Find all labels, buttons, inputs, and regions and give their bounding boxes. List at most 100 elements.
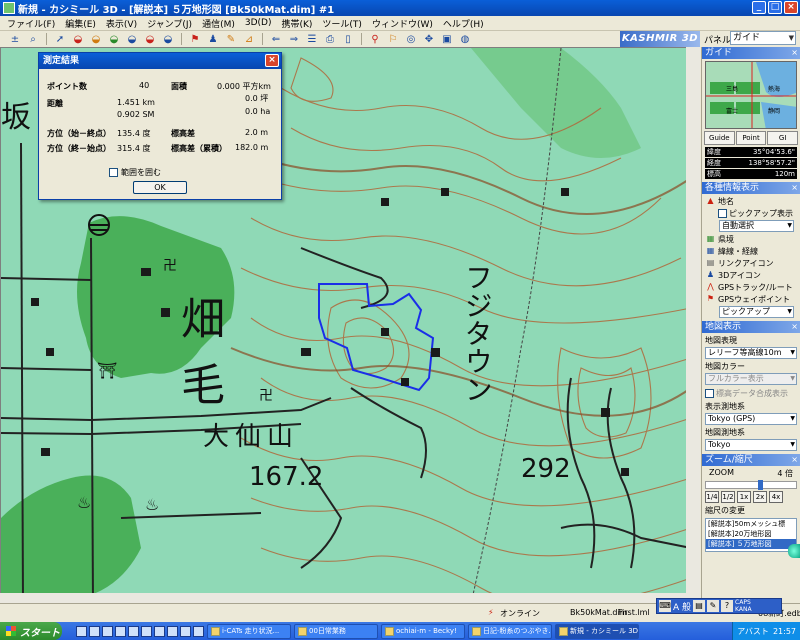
zoom-4x-button[interactable]: 4x [769,491,783,503]
pickup-checkbox[interactable] [718,208,727,218]
phone-icon[interactable]: ▯ [341,33,355,45]
coords-icon[interactable]: ± [8,33,22,45]
close-button[interactable]: × [784,1,798,14]
start-button[interactable]: スタート [0,622,62,640]
pickup-dropdown[interactable]: ピックアップ [719,306,794,318]
menu-edit[interactable]: 編集(E) [60,17,101,30]
ime-icon[interactable]: ⌨ [659,600,671,612]
tab-point[interactable]: Point [735,131,767,145]
task-daily[interactable]: 00日常業務 [294,623,378,639]
quicklaunch-app3-icon[interactable] [180,625,191,637]
guide-close-icon[interactable]: × [791,47,798,59]
people-icon[interactable]: ♟ [206,33,220,45]
info-item-waypoint[interactable]: ⚑ GPSウェイポイント [705,293,797,305]
flag-icon[interactable]: ⚑ [188,33,202,45]
info-item-prefborder[interactable]: ▦ 県境 [705,233,797,245]
bucket3-icon[interactable]: ◒ [107,33,121,45]
ime-toolbar[interactable]: ⌨ A 般 ▤ ✎ ? CAPS KANA [656,598,782,614]
title-bar[interactable]: 新規 - カシミール 3D - [解説本] ５万地形図 [Bk50kMat.di… [0,0,800,16]
auto-select-dropdown[interactable]: 自動選択 [719,220,794,232]
datum-dropdown[interactable]: Tokyo (GPS) [705,413,797,425]
zoom-slider[interactable] [705,480,797,490]
scale-item-selected[interactable]: [解説本] ５万地形図 [706,539,796,549]
quicklaunch-app4-icon[interactable] [193,625,204,637]
tray-label[interactable]: アバスト [737,626,769,637]
tool-icon[interactable]: ✥ [422,33,436,45]
map-vertical-scrollbar[interactable] [686,47,700,603]
forward-arrow-icon[interactable]: ⇒ [287,33,301,45]
print-icon[interactable]: ⎙ [323,33,337,45]
quicklaunch-folder-icon[interactable] [141,625,152,637]
target-icon[interactable]: ◎ [404,33,418,45]
zoom-close-icon[interactable]: × [791,454,798,466]
quicklaunch-ie-icon[interactable] [76,625,87,637]
quicklaunch-mail-icon[interactable] [89,625,100,637]
minimize-button[interactable]: _ [752,1,766,14]
task-icats[interactable]: i-CATs 走り状況... [207,623,291,639]
quicklaunch-app-icon[interactable] [154,625,165,637]
bucket2-icon[interactable]: ◒ [89,33,103,45]
menu-file[interactable]: ファイル(F) [2,17,60,30]
elev-combine-option[interactable]: 標高データ合成表示 [705,387,797,399]
ime-dict-icon[interactable]: ▤ [693,600,706,612]
menu-3d[interactable]: 3D(D) [240,18,277,28]
side-globe-icon[interactable] [788,544,800,558]
task-becky[interactable]: ochiai-m - Becky! [381,623,465,639]
menu-tools[interactable]: ツール(T) [317,17,367,30]
ime-tool-icon[interactable]: ✎ [707,600,720,612]
globe-icon[interactable]: ◍ [458,33,472,45]
ruler-icon[interactable]: ⊿ [242,33,256,45]
task-diary[interactable]: 日記-粉糸のつぶやき... [468,623,552,639]
panel-select[interactable]: ガイド [730,31,796,45]
scale-item[interactable]: [解説本]20万地形図 [706,529,796,539]
tray-clock[interactable]: 21:57 [773,627,796,636]
menu-help[interactable]: ヘルプ(H) [438,17,489,30]
zoom-1x-button[interactable]: 1x [737,491,751,503]
tab-gi[interactable]: GI [767,131,799,145]
zoom-2x-button[interactable]: 2x [753,491,767,503]
info-item-gpstrack[interactable]: ⋀ GPSトラック/ルート [705,281,797,293]
zoom-slider-thumb[interactable] [758,480,764,490]
dialog-title-bar[interactable]: 測定結果 × [39,53,281,69]
info-item-grid[interactable]: ▦ 緯線・経線 [705,245,797,257]
magnifier-icon[interactable]: ⌕ [26,33,40,45]
map-horizontal-scrollbar[interactable] [0,593,686,603]
zoom-half-button[interactable]: 1/2 [721,491,735,503]
zoom-quarter-button[interactable]: 1/4 [705,491,719,503]
menu-jump[interactable]: ジャンプ(J) [142,17,197,30]
map-expr-dropdown[interactable]: レリーフ等高線10m [705,347,797,359]
menu-comm[interactable]: 通信(M) [197,17,240,30]
pencil-icon[interactable]: ✎ [224,33,238,45]
info-close-icon[interactable]: × [791,182,798,194]
list-icon[interactable]: ☰ [305,33,319,45]
camera-icon[interactable]: ▣ [440,33,454,45]
mapdisp-close-icon[interactable]: × [791,321,798,333]
overview-minimap[interactable]: 三島 熱海 富士 静岡 [705,61,797,129]
ime-mode[interactable]: A 般 [673,600,691,613]
map-color-dropdown[interactable]: フルカラー表示 [705,373,797,385]
scale-list[interactable]: [解説本]50mメッシュ標 [解説本]20万地形図 [解説本] ５万地形図 [705,518,797,552]
info-item-3d[interactable]: ♟ 3Dアイコン [705,269,797,281]
ime-help-icon[interactable]: ? [721,600,734,612]
bucket-icon[interactable]: ◒ [71,33,85,45]
bucket6-icon[interactable]: ◒ [161,33,175,45]
menu-view[interactable]: 表示(V) [101,17,142,30]
elev-combine-checkbox[interactable] [705,388,714,398]
bucket5-icon[interactable]: ◒ [143,33,157,45]
flag2-icon[interactable]: ⚐ [386,33,400,45]
quicklaunch-excel-icon[interactable] [102,625,113,637]
task-kashmir[interactable]: 新規 - カシミール 3D... [555,623,639,639]
bucket4-icon[interactable]: ◒ [125,33,139,45]
pin-icon[interactable]: ⚲ [368,33,382,45]
menu-window[interactable]: ウィンドウ(W) [367,17,438,30]
quicklaunch-media-icon[interactable] [128,625,139,637]
menu-mobile[interactable]: 携帯(K) [276,17,317,30]
checkbox-box[interactable] [109,168,118,177]
dialog-close-button[interactable]: × [265,54,279,67]
quicklaunch-word-icon[interactable] [115,625,126,637]
quicklaunch-app2-icon[interactable] [167,625,178,637]
ok-button[interactable]: OK [133,181,187,194]
info-item-pickup[interactable]: ピックアップ表示 [705,207,797,219]
maximize-button[interactable]: □ [768,1,782,14]
pointer-icon[interactable]: ➚ [53,33,67,45]
